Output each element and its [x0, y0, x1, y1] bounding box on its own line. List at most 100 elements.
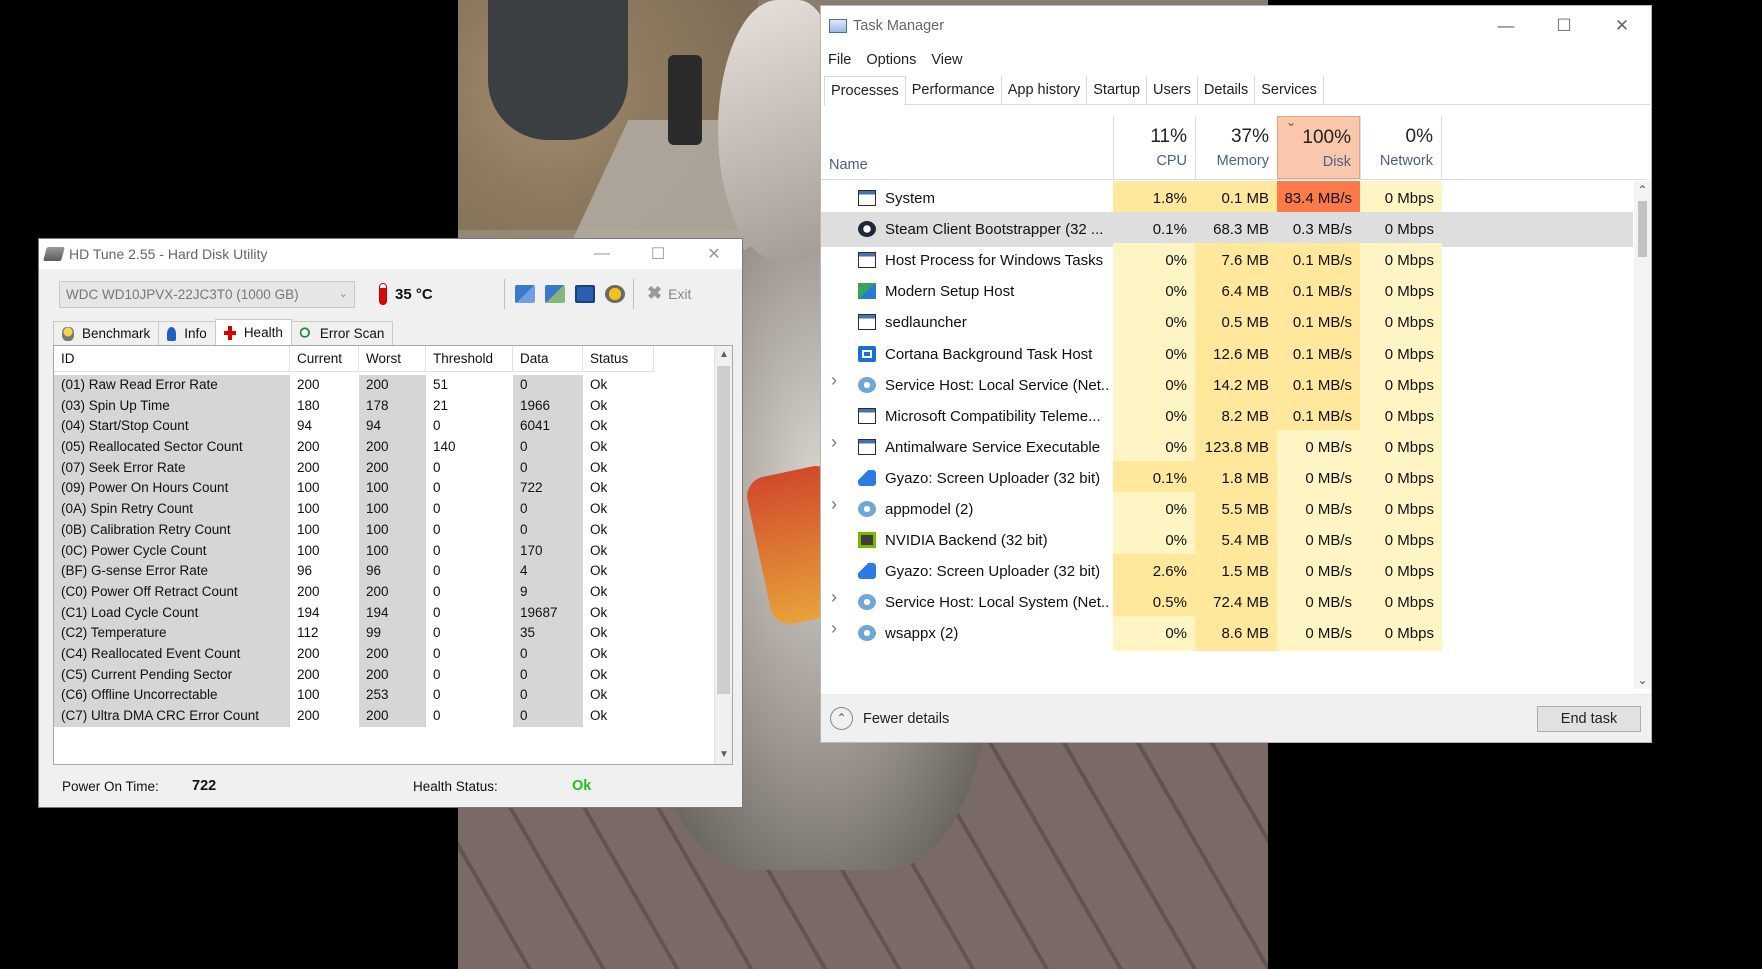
tab-details[interactable]: Details — [1198, 76, 1256, 105]
smart-row[interactable]: (C1) Load Cycle Count 194 194 0 19687 Ok — [54, 602, 654, 624]
smart-row[interactable]: (03) Spin Up Time 180 178 21 1966 Ok — [54, 395, 654, 417]
tab-services[interactable]: Services — [1255, 76, 1324, 105]
smart-row[interactable]: (C6) Offline Uncorrectable 100 253 0 0 Ok — [54, 685, 654, 706]
process-row[interactable]: NVIDIA Backend (32 bit) 0% 5.4 MB 0 MB/s 0 M… — [821, 523, 1633, 559]
scroll-up-icon[interactable]: ▲ — [715, 346, 732, 364]
col-data[interactable]: Data — [513, 346, 583, 371]
col-name[interactable]: Name — [829, 157, 868, 173]
process-row[interactable]: sedlauncher 0% 0.5 MB 0.1 MB/s 0 Mbps — [821, 305, 1633, 341]
attribute-worst: 194 — [359, 602, 426, 624]
process-row[interactable]: › appmodel (2) 0% 5.5 MB 0 MB/s 0 Mbps — [821, 492, 1633, 527]
smart-row[interactable]: (0A) Spin Retry Count 100 100 0 0 Ok — [54, 499, 654, 520]
col-network[interactable]: 0% Network — [1360, 116, 1442, 179]
scroll-thumb[interactable] — [717, 366, 730, 694]
tab-benchmark[interactable]: Benchmark — [53, 321, 160, 345]
end-task-button[interactable]: End task — [1537, 706, 1641, 732]
menu-options[interactable]: Options — [866, 52, 916, 68]
hdtune-titlebar[interactable]: HD Tune 2.55 - Hard Disk Utility — ☐ ✕ — [39, 239, 742, 269]
copy-all-icon[interactable] — [545, 285, 565, 303]
col-disk[interactable]: ⌄ 100% Disk — [1277, 115, 1360, 179]
memory-cell: 1.5 MB — [1195, 554, 1277, 590]
tab-users[interactable]: Users — [1147, 76, 1198, 105]
smart-row[interactable]: (05) Reallocated Sector Count 200 200 140 0 O… — [54, 437, 654, 458]
col-threshold[interactable]: Threshold — [426, 346, 513, 371]
attribute-data: 6041 — [513, 416, 583, 438]
scroll-down-icon[interactable]: ▼ — [715, 746, 732, 764]
chevron-right-icon[interactable]: › — [831, 587, 837, 608]
exit-button[interactable]: ✖ Exit — [647, 283, 691, 304]
chevron-right-icon[interactable]: › — [831, 618, 837, 639]
smart-row[interactable]: (C5) Current Pending Sector 200 200 0 0 Ok — [54, 664, 654, 686]
copy-icon[interactable] — [515, 285, 535, 303]
menu-file[interactable]: File — [828, 52, 851, 68]
smart-row[interactable]: (C4) Reallocated Event Count 200 200 0 0 Ok — [54, 643, 654, 665]
chevron-right-icon[interactable]: › — [831, 494, 837, 515]
process-name: Modern Setup Host — [885, 283, 1015, 301]
options-icon[interactable] — [605, 285, 625, 303]
minimize-button[interactable]: — — [574, 239, 630, 269]
tab-app-history[interactable]: App history — [1002, 76, 1088, 105]
process-row[interactable]: Gyazo: Screen Uploader (32 bit) 0.1% 1.8 M… — [821, 460, 1633, 496]
vertical-scrollbar[interactable]: ▲ ▼ — [714, 346, 732, 764]
minimize-button[interactable]: — — [1477, 6, 1535, 46]
maximize-button[interactable]: ☐ — [1535, 6, 1593, 46]
smart-row[interactable]: (BF) G-sense Error Rate 96 96 0 4 Ok — [54, 561, 654, 582]
taskmgr-titlebar[interactable]: Task Manager — ☐ ✕ — [821, 6, 1651, 46]
smart-row[interactable]: (0C) Power Cycle Count 100 100 0 170 Ok — [54, 540, 654, 562]
col-cpu[interactable]: 11% CPU — [1113, 116, 1195, 179]
memory-cell: 0.1 MB — [1195, 181, 1277, 216]
process-row[interactable]: Gyazo: Screen Uploader (32 bit) 2.6% 1.5 M… — [821, 554, 1633, 590]
col-id[interactable]: ID — [54, 346, 290, 371]
tab-health[interactable]: Health — [214, 319, 292, 345]
drive-select[interactable]: WDC WD10JPVX-22JC3T0 (1000 GB) ⌄ — [59, 281, 355, 308]
scroll-thumb[interactable] — [1638, 201, 1647, 257]
scroll-down-icon[interactable]: ⌄ — [1634, 673, 1651, 687]
attribute-worst: 100 — [359, 519, 426, 541]
smart-row[interactable]: (01) Raw Read Error Rate 200 200 51 0 Ok — [54, 375, 654, 396]
process-row[interactable]: Microsoft Compatibility Teleme... 0% 8.2 M… — [821, 398, 1633, 434]
chevron-right-icon[interactable]: › — [831, 432, 837, 453]
process-row[interactable]: Host Process for Windows Tasks 0% 7.6 MB 0.… — [821, 243, 1633, 279]
process-row[interactable]: Cortana Background Task Host 0% 12.6 MB 0.1… — [821, 336, 1633, 372]
smart-row[interactable]: (09) Power On Hours Count 100 100 0 722 Ok — [54, 478, 654, 500]
nvidia-icon — [858, 532, 876, 549]
fewer-details-button[interactable]: ⌃ Fewer details — [830, 707, 949, 730]
maximize-button[interactable]: ☐ — [630, 239, 686, 269]
process-name: Service Host: Local Service (Net... — [885, 376, 1109, 394]
smart-row[interactable]: (0B) Calibration Retry Count 100 100 0 0 Ok — [54, 519, 654, 541]
smart-row[interactable]: (C0) Power Off Retract Count 200 200 0 9 Ok — [54, 581, 654, 603]
process-row[interactable]: › Service Host: Local Service (Net... 0% 14… — [821, 367, 1633, 403]
process-row[interactable]: › Antimalware Service Executable 0% 123.8 M… — [821, 429, 1633, 465]
scroll-up-icon[interactable]: ⌃ — [1634, 183, 1651, 197]
attribute-data: 0 — [513, 375, 583, 396]
col-current[interactable]: Current — [290, 346, 359, 371]
smart-row[interactable]: (04) Start/Stop Count 94 94 0 6041 Ok — [54, 416, 654, 438]
tab-processes[interactable]: Processes — [824, 76, 906, 106]
process-row[interactable]: Steam Client Bootstrapper (32 ... 0.1% 68.… — [821, 212, 1633, 248]
smart-row[interactable]: (07) Seek Error Rate 200 200 0 0 Ok — [54, 457, 654, 479]
col-memory[interactable]: 37% Memory — [1195, 116, 1277, 179]
cortana-icon — [858, 345, 876, 362]
close-button[interactable]: ✕ — [1593, 6, 1651, 46]
col-worst[interactable]: Worst — [359, 346, 426, 371]
process-row[interactable]: Modern Setup Host 0% 6.4 MB 0.1 MB/s 0 Mbps — [821, 274, 1633, 310]
tab-info[interactable]: Info — [158, 321, 216, 345]
save-icon[interactable] — [575, 285, 595, 303]
tab-startup[interactable]: Startup — [1087, 76, 1148, 105]
tab-error-scan[interactable]: Error Scan — [290, 321, 394, 345]
smart-row[interactable]: (C2) Temperature 112 99 0 35 Ok — [54, 623, 654, 644]
tab-performance[interactable]: Performance — [906, 76, 1002, 105]
process-scrollbar[interactable]: ⌃ ⌄ — [1634, 181, 1651, 689]
close-icon: ✖ — [647, 283, 663, 303]
close-button[interactable]: ✕ — [686, 239, 742, 269]
smart-row[interactable]: (C7) Ultra DMA CRC Error Count 200 200 0 0 Ok — [54, 706, 654, 727]
chevron-right-icon[interactable]: › — [831, 370, 837, 391]
menu-view[interactable]: View — [931, 52, 962, 68]
attribute-current: 200 — [290, 375, 359, 396]
process-row[interactable]: › wsappx (2) 0% 8.6 MB 0 MB/s 0 Mbps — [821, 616, 1633, 652]
process-row[interactable]: › Service Host: Local System (Net... 0.5% 7… — [821, 585, 1633, 621]
col-status[interactable]: Status — [583, 346, 654, 371]
memory-cell: 0.5 MB — [1195, 305, 1277, 341]
process-row[interactable]: System 1.8% 0.1 MB 83.4 MB/s 0 Mbps — [821, 181, 1633, 216]
memory-cell: 68.3 MB — [1195, 212, 1277, 248]
